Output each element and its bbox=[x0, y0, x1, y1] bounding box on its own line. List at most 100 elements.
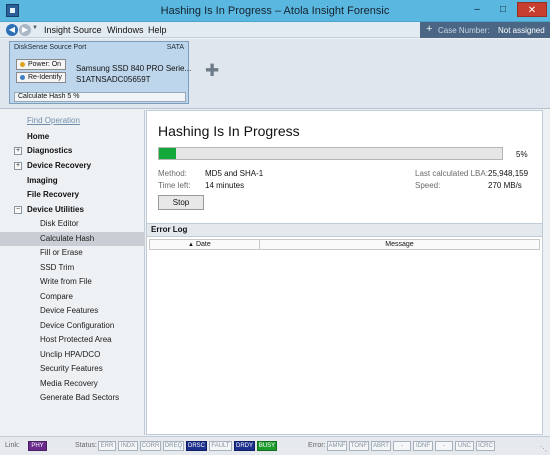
status-label: Status: bbox=[75, 442, 97, 449]
sidebar-item-device-features[interactable]: Device Features bbox=[0, 304, 145, 318]
status-bar: Link: Status: Error: ⋱ PHY ERR INDX CORR DRE… bbox=[0, 436, 550, 455]
sidebar-item-unclip-hpa-dco[interactable]: Unclip HPA/DCO bbox=[0, 348, 145, 362]
error-label: Error: bbox=[308, 442, 326, 449]
status-badge-phy: PHY bbox=[28, 441, 47, 451]
sidebar-item-media-recovery[interactable]: Media Recovery bbox=[0, 377, 145, 391]
menu-windows[interactable]: Windows bbox=[107, 25, 144, 35]
minimize-button[interactable]: – bbox=[465, 2, 489, 17]
status-badge-tonf: TONF bbox=[349, 441, 369, 451]
column-date-label: Date bbox=[195, 241, 211, 248]
link-label: Link: bbox=[5, 442, 20, 449]
menu-help[interactable]: Help bbox=[148, 25, 167, 35]
sidebar-item-fill-or-erase[interactable]: Fill or Erase bbox=[0, 246, 145, 260]
sidebar-item-host-protected-area[interactable]: Host Protected Area bbox=[0, 333, 145, 347]
forward-arrow-icon[interactable]: ▶ bbox=[19, 24, 31, 36]
sidebar-item-security-features[interactable]: Security Features bbox=[0, 362, 145, 376]
sidebar-item-imaging[interactable]: Imaging bbox=[0, 174, 145, 188]
drive-model: Samsung SSD 840 PRO Serie... bbox=[76, 64, 192, 73]
operation-panel: Hashing Is In Progress 5% Method: MD5 an… bbox=[146, 110, 543, 435]
status-badge-amnf: AMNF bbox=[327, 441, 347, 451]
progress-fill bbox=[159, 148, 177, 159]
time-left-label: Time left: bbox=[158, 181, 191, 190]
device-strip: DiskSense Source Port SATA Power: On Re-… bbox=[0, 39, 550, 109]
status-badge-drdy: DRDY bbox=[234, 441, 255, 451]
sidebar-item-ssd-trim[interactable]: SSD Trim bbox=[0, 261, 145, 275]
stop-button[interactable]: Stop bbox=[158, 195, 204, 210]
speed-label: Speed: bbox=[415, 181, 441, 190]
back-arrow-icon[interactable]: ◀ bbox=[6, 24, 18, 36]
status-badge-unc: UNC bbox=[455, 441, 474, 451]
status-badge-busy: BUSY bbox=[257, 441, 277, 451]
status-badge-indx: INDX bbox=[118, 441, 138, 451]
status-badge-fault: FAULT bbox=[209, 441, 232, 451]
power-icon bbox=[20, 62, 25, 67]
sidebar-item-diagnostics[interactable]: + Diagnostics bbox=[0, 144, 145, 158]
menu-insight[interactable]: Insight bbox=[44, 25, 71, 35]
sidebar-item-label: File Recovery bbox=[27, 190, 80, 199]
sidebar-item-label: Device Recovery bbox=[27, 161, 92, 170]
status-badge-abrt: ABRT bbox=[371, 441, 391, 451]
menu-bar: ◀ ▶ ▼ Insight Source Windows Help + Case… bbox=[0, 22, 550, 38]
menu-source[interactable]: Source bbox=[73, 25, 102, 35]
device-card[interactable]: DiskSense Source Port SATA Power: On Re-… bbox=[9, 41, 192, 104]
method-label: Method: bbox=[158, 169, 187, 178]
status-badge-corr: CORR bbox=[140, 441, 161, 451]
sidebar-item-home[interactable]: Home bbox=[0, 130, 145, 144]
case-number-area[interactable]: + Case Number: Not assigned bbox=[420, 22, 550, 38]
sidebar-item-generate-bad-sectors[interactable]: Generate Bad Sectors bbox=[0, 391, 145, 405]
sidebar-item-label: Device Utilities bbox=[27, 205, 84, 214]
add-case-icon[interactable]: + bbox=[426, 23, 432, 36]
sidebar-item-disk-editor[interactable]: Disk Editor bbox=[0, 217, 145, 231]
status-badge-idnf: IDNF bbox=[413, 441, 433, 451]
find-operation-link[interactable]: Find Operation bbox=[0, 114, 145, 128]
sidebar-item-calculate-hash[interactable]: Calculate Hash bbox=[0, 232, 145, 246]
reidentify-icon bbox=[20, 75, 25, 80]
case-number-label: Case Number: bbox=[438, 26, 490, 35]
operation-title: Hashing Is In Progress bbox=[158, 123, 300, 139]
expand-icon[interactable]: + bbox=[14, 147, 22, 155]
error-log-columns: ▲ Date Message bbox=[149, 239, 540, 250]
reidentify-button-label: Re-Identify bbox=[28, 74, 62, 81]
method-value: MD5 and SHA-1 bbox=[205, 169, 264, 178]
device-status: Calculate Hash 5 % bbox=[14, 92, 186, 102]
sidebar-item-write-from-file[interactable]: Write from File bbox=[0, 275, 145, 289]
collapse-icon[interactable]: − bbox=[14, 206, 22, 214]
sidebar-item-label: Home bbox=[27, 132, 50, 141]
sort-ascending-icon: ▲ bbox=[188, 242, 194, 248]
add-device-plus-icon[interactable]: ✚ bbox=[205, 61, 219, 81]
last-lba-value: 25,948,159 bbox=[488, 169, 529, 178]
progress-bar bbox=[158, 147, 503, 160]
power-button[interactable]: Power: On bbox=[16, 59, 66, 70]
sidebar-item-compare[interactable]: Compare bbox=[0, 290, 145, 304]
error-log-header: Error Log bbox=[147, 223, 542, 237]
status-badge--3: - bbox=[393, 441, 411, 451]
maximize-button[interactable]: □ bbox=[491, 2, 515, 17]
last-lba-label: Last calculated LBA: bbox=[415, 169, 488, 178]
sidebar-item-label: Imaging bbox=[27, 176, 58, 185]
status-badge-dreq: DREQ bbox=[163, 441, 184, 451]
status-badge--5: - bbox=[435, 441, 453, 451]
sidebar-item-device-configuration[interactable]: Device Configuration bbox=[0, 319, 145, 333]
device-interface-label: SATA bbox=[166, 44, 184, 51]
error-log-list[interactable] bbox=[149, 251, 540, 433]
reidentify-button[interactable]: Re-Identify bbox=[16, 72, 66, 83]
time-left-value: 14 minutes bbox=[205, 181, 245, 190]
progress-percent: 5% bbox=[516, 150, 528, 159]
column-header-message[interactable]: Message bbox=[260, 240, 539, 249]
title-bar: Hashing Is In Progress – Atola Insight F… bbox=[0, 0, 550, 22]
sidebar: Find Operation Home + Diagnostics + Device… bbox=[0, 110, 145, 435]
status-badge-drsc: DRSC bbox=[186, 441, 207, 451]
resize-grip-icon[interactable]: ⋱ bbox=[540, 445, 547, 453]
column-header-date[interactable]: ▲ Date bbox=[150, 240, 260, 249]
expand-icon[interactable]: + bbox=[14, 162, 22, 170]
status-badge-err: ERR bbox=[98, 441, 116, 451]
sidebar-item-label: Diagnostics bbox=[27, 146, 73, 155]
sidebar-item-device-recovery[interactable]: + Device Recovery bbox=[0, 159, 145, 173]
sidebar-item-file-recovery[interactable]: File Recovery bbox=[0, 188, 145, 202]
case-number-value: Not assigned bbox=[498, 26, 545, 35]
sidebar-item-device-utilities[interactable]: − Device Utilities bbox=[0, 203, 145, 217]
history-dropdown-icon[interactable]: ▼ bbox=[32, 25, 38, 31]
speed-value: 270 MB/s bbox=[488, 181, 522, 190]
close-button[interactable]: ✕ bbox=[517, 2, 547, 17]
power-button-label: Power: On bbox=[28, 61, 62, 68]
